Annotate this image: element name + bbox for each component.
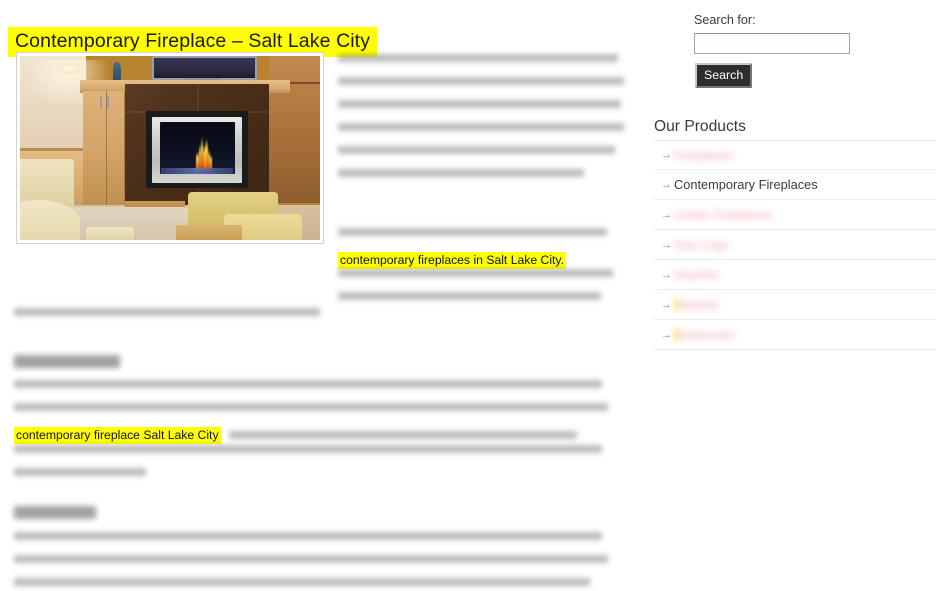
arrow-right-icon: → [661,149,672,161]
photo-right-wood-panel [269,56,320,204]
photo-television [152,56,257,80]
main-content-column: contemporary fireplaces in Salt Lake Cit… [0,50,630,591]
fireplace-photo-scene [20,56,320,240]
product-link-barbecues[interactable]: Barbecues [674,327,736,342]
products-heading: Our Products [654,118,746,135]
photo-cabinet-handle-right [106,96,110,110]
photo-wall-lamp [56,63,83,75]
product-link-fireplaces[interactable]: Fireplaces [674,148,733,163]
fireplace-photo [16,52,324,244]
photo-coffee-table [176,225,242,240]
highlighted-phrase-1: contemporary fireplaces in Salt Lake Cit… [338,252,566,269]
product-link-hearths[interactable]: Hearths [674,267,719,282]
arrow-right-icon: → [661,268,672,281]
arrow-right-icon: → [661,328,672,341]
search-label: Search for: [694,13,756,27]
highlighted-phrase-2: contemporary fireplace Salt Lake City [14,427,221,444]
photo-ottoman [86,227,134,240]
list-item[interactable]: → Barbecues [654,320,936,350]
product-link-mantels[interactable]: Mantels [674,297,719,312]
list-item[interactable]: → Linear Fireplaces [654,200,936,230]
search-input[interactable] [694,33,850,54]
product-link-contemporary-fireplaces[interactable]: Contemporary Fireplaces [674,177,818,192]
paragraph-gas-logs-body [14,532,614,586]
arrow-right-icon: → [661,208,672,221]
photo-figurine [113,61,121,82]
photo-ember-bed [161,168,233,174]
product-link-gas-logs[interactable]: Gas Logs [674,237,729,252]
list-item[interactable]: → Contemporary Fireplaces [654,170,936,200]
list-item[interactable]: → Hearths [654,260,936,290]
search-button[interactable]: Search [695,63,753,89]
arrow-right-icon: → [661,298,672,311]
list-item[interactable]: → Mantels [654,290,936,320]
list-item[interactable]: → Fireplaces [654,140,936,170]
photo-cabinet [83,90,125,206]
arrow-right-icon: → [661,238,672,251]
section-heading-gas-inserts [14,355,120,368]
arrow-right-icon: → [661,178,672,191]
sidebar: Search for: Search Our Products → Firepl… [652,0,936,591]
page-root: Contemporary Fireplace – Salt Lake City [0,0,936,591]
paragraph-collection-line [14,308,614,316]
products-list: → Fireplaces → Contemporary Fireplaces →… [654,140,936,350]
product-link-linear-fireplaces[interactable]: Linear Fireplaces [674,207,772,222]
list-item[interactable]: → Gas Logs [654,230,936,260]
section-heading-gas-logs [14,506,96,519]
paragraph-with-highlight-two: contemporary fireplace Salt Lake City [14,380,614,476]
photo-firebox [159,122,235,174]
photo-left-wood-seam [20,148,89,151]
paragraph-with-highlight-one: contemporary fireplaces in Salt Lake Cit… [338,228,624,300]
intro-paragraph [338,54,624,192]
